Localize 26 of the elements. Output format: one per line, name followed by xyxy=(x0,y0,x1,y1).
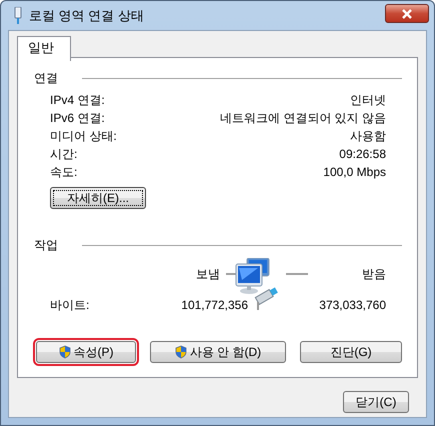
bytes-sent: 101,772,356 xyxy=(180,298,248,312)
tab[interactable]: 일반 xyxy=(17,36,71,61)
window-title: 로컬 영역 연결 상태 xyxy=(29,6,145,24)
bytes-label: 바이트: xyxy=(50,296,90,314)
action-button[interactable]: 사용 안 함(D) xyxy=(150,341,286,363)
bytes-received: 373,033,760 xyxy=(318,298,386,312)
field-label: 속도: xyxy=(50,164,78,180)
section-heading: 연결 xyxy=(34,70,58,87)
details-button[interactable]: 자세히(E)... xyxy=(50,187,146,209)
network-plug-icon xyxy=(13,6,23,24)
section-heading: 작업 xyxy=(34,237,58,254)
field-value: 사용함 xyxy=(350,128,386,144)
close-icon[interactable] xyxy=(385,4,429,23)
field-value: 인터넷 xyxy=(350,92,386,108)
field-label: IPv6 연결: xyxy=(50,110,105,126)
field-label: IPv4 연결: xyxy=(50,92,105,108)
sent-label: 보냄 xyxy=(196,266,220,282)
field-label: 미디어 상태: xyxy=(50,128,117,144)
field-value: 09:26:58 xyxy=(339,147,386,161)
action-button[interactable]: 진단(G) xyxy=(300,341,402,363)
close-button[interactable]: 닫기(C) xyxy=(343,391,409,413)
action-button[interactable]: 속성(P) xyxy=(36,341,136,363)
received-label: 받음 xyxy=(362,266,386,282)
field-value: 100,0 Mbps xyxy=(323,165,386,179)
field-value: 네트워크에 연결되어 있지 않음 xyxy=(220,110,386,126)
field-label: 시간: xyxy=(50,146,78,162)
